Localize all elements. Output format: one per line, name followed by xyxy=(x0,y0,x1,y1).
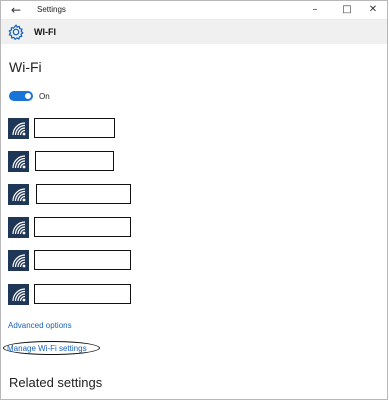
wifi-signal-icon xyxy=(8,151,29,172)
toggle-label: On xyxy=(39,92,50,101)
wifi-signal-icon xyxy=(8,184,29,205)
network-name xyxy=(34,250,131,270)
page-header: WI-FI xyxy=(1,20,387,44)
advanced-options-link[interactable]: Advanced options xyxy=(8,321,72,330)
page-title: Wi-Fi xyxy=(9,59,42,75)
network-name xyxy=(34,118,115,138)
toggle-knob xyxy=(25,93,31,99)
network-item[interactable] xyxy=(8,151,133,175)
network-item[interactable] xyxy=(8,250,133,274)
network-item[interactable] xyxy=(8,184,133,208)
wifi-signal-icon xyxy=(8,217,29,238)
network-name xyxy=(35,151,114,171)
manage-wifi-settings-link[interactable]: Manage Wi-Fi settings xyxy=(7,344,87,353)
maximize-icon[interactable]: □ xyxy=(339,3,355,17)
network-name xyxy=(34,217,131,237)
gear-icon xyxy=(8,24,24,41)
header-title: WI-FI xyxy=(34,27,56,37)
network-name xyxy=(34,284,131,304)
network-item[interactable] xyxy=(8,118,133,142)
related-settings-heading: Related settings xyxy=(9,375,103,390)
close-icon[interactable]: ✕ xyxy=(365,3,381,17)
wifi-signal-icon xyxy=(8,250,29,271)
settings-window: ← Settings – □ ✕ WI-FI Wi-Fi On Advanced… xyxy=(0,0,388,400)
window-title: Settings xyxy=(37,5,66,14)
wifi-signal-icon xyxy=(8,118,29,139)
wifi-toggle[interactable] xyxy=(9,91,33,101)
network-item[interactable] xyxy=(8,217,133,241)
title-bar: ← Settings – □ ✕ xyxy=(1,1,387,20)
network-name xyxy=(36,184,131,204)
back-arrow-icon[interactable]: ← xyxy=(9,4,23,16)
minimize-icon[interactable]: – xyxy=(307,3,323,17)
network-item[interactable] xyxy=(8,284,133,308)
wifi-signal-icon xyxy=(8,284,29,305)
